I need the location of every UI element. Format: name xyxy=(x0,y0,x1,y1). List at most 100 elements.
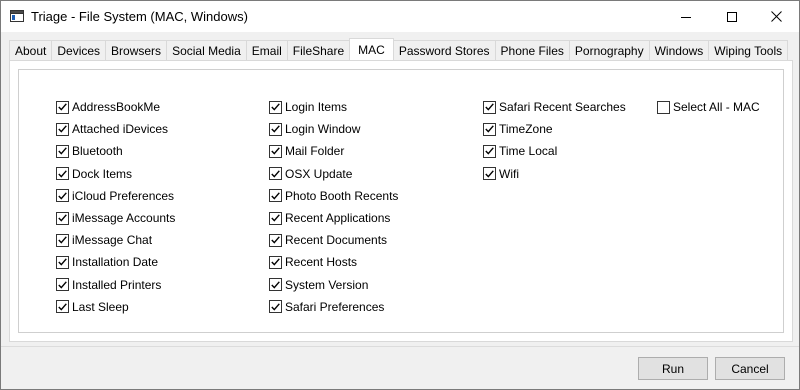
checkbox-safari-recent-searches[interactable]: Safari Recent Searches xyxy=(483,96,626,118)
checkbox-checked-icon[interactable] xyxy=(269,144,282,158)
checkbox-label: Select All - MAC xyxy=(673,100,760,115)
checkbox-recent-applications[interactable]: Recent Applications xyxy=(269,207,398,229)
app-window-icon xyxy=(10,10,24,22)
checkbox-checked-icon[interactable] xyxy=(56,122,69,136)
checkbox-wifi[interactable]: Wifi xyxy=(483,163,626,185)
triage-window: Triage - File System (MAC, Windows) Abou… xyxy=(0,0,800,390)
checkbox-login-window[interactable]: Login Window xyxy=(269,118,398,140)
checkbox-checked-icon[interactable] xyxy=(483,100,496,114)
checkbox-label: Login Items xyxy=(285,100,348,115)
checkbox-checked-icon[interactable] xyxy=(483,144,496,158)
window-title: Triage - File System (MAC, Windows) xyxy=(31,9,248,24)
checkbox-checked-icon[interactable] xyxy=(56,233,69,247)
checkbox-checked-icon[interactable] xyxy=(269,278,282,292)
checkbox-select-all-mac[interactable]: Select All - MAC xyxy=(657,96,760,118)
tab-password-stores[interactable]: Password Stores xyxy=(392,40,496,60)
checkbox-checked-icon[interactable] xyxy=(56,144,69,158)
tab-mac[interactable]: MAC xyxy=(349,38,394,61)
checkbox-checked-icon[interactable] xyxy=(56,255,69,269)
checkbox-checked-icon[interactable] xyxy=(56,100,69,114)
checkbox-imessage-accounts[interactable]: iMessage Accounts xyxy=(56,207,175,229)
checkbox-label: Bluetooth xyxy=(72,144,123,159)
tab-windows[interactable]: Windows xyxy=(648,40,710,60)
checkbox-checked-icon[interactable] xyxy=(269,167,282,181)
tab-pornography[interactable]: Pornography xyxy=(568,40,650,60)
checkbox-checked-icon[interactable] xyxy=(269,189,282,203)
checkbox-label: Installation Date xyxy=(72,255,159,270)
run-button[interactable]: Run xyxy=(638,357,708,380)
checkbox-label: Login Window xyxy=(285,122,361,137)
checkbox-last-sleep[interactable]: Last Sleep xyxy=(56,296,175,318)
footer-divider xyxy=(1,346,799,347)
checkbox-login-items[interactable]: Login Items xyxy=(269,96,398,118)
minimize-button[interactable] xyxy=(663,1,709,32)
checkbox-system-version[interactable]: System Version xyxy=(269,274,398,296)
checkbox-checked-icon[interactable] xyxy=(269,211,282,225)
checkbox-label: Photo Booth Recents xyxy=(285,188,399,203)
checkbox-recent-documents[interactable]: Recent Documents xyxy=(269,229,398,251)
checkbox-checked-icon[interactable] xyxy=(56,300,69,314)
close-button[interactable] xyxy=(753,1,799,32)
tab-devices[interactable]: Devices xyxy=(51,40,107,60)
checkbox-label: iMessage Chat xyxy=(72,233,153,248)
title-bar[interactable]: Triage - File System (MAC, Windows) xyxy=(1,1,799,32)
tab-phone-files[interactable]: Phone Files xyxy=(494,40,570,60)
checkbox-photo-booth-recents[interactable]: Photo Booth Recents xyxy=(269,185,398,207)
checkbox-checked-icon[interactable] xyxy=(269,233,282,247)
checkbox-label: Recent Applications xyxy=(285,211,391,226)
checkbox-label: System Version xyxy=(285,277,369,292)
checkbox-attached-idevices[interactable]: Attached iDevices xyxy=(56,118,175,140)
checkbox-checked-icon[interactable] xyxy=(483,167,496,181)
checkbox-mail-folder[interactable]: Mail Folder xyxy=(269,140,398,162)
checkbox-installed-printers[interactable]: Installed Printers xyxy=(56,274,175,296)
checkbox-label: Last Sleep xyxy=(72,299,129,314)
checkbox-label: Recent Hosts xyxy=(285,255,358,270)
checkbox-unchecked-icon[interactable] xyxy=(657,100,670,114)
cancel-button[interactable]: Cancel xyxy=(715,357,785,380)
tab-fileshare[interactable]: FileShare xyxy=(286,40,351,60)
tab-about[interactable]: About xyxy=(9,40,53,60)
checkbox-checked-icon[interactable] xyxy=(56,167,69,181)
tab-social-media[interactable]: Social Media xyxy=(166,40,247,60)
maximize-button[interactable] xyxy=(709,1,755,32)
checkbox-recent-hosts[interactable]: Recent Hosts xyxy=(269,251,398,273)
checkbox-checked-icon[interactable] xyxy=(56,211,69,225)
checkbox-icloud-preferences[interactable]: iCloud Preferences xyxy=(56,185,175,207)
tab-strip: About Devices Browsers Social Media Emai… xyxy=(9,38,789,61)
checkbox-imessage-chat[interactable]: iMessage Chat xyxy=(56,229,175,251)
checkbox-label: AddressBookMe xyxy=(72,100,161,115)
checkbox-addressbookme[interactable]: AddressBookMe xyxy=(56,96,175,118)
close-icon xyxy=(770,11,782,22)
checkbox-timezone[interactable]: TimeZone xyxy=(483,118,626,140)
tab-wiping-tools[interactable]: Wiping Tools xyxy=(708,40,789,60)
mac-tab-panel: AddressBookMe Attached iDevices Bluetooth D… xyxy=(9,60,793,342)
maximize-icon xyxy=(727,11,737,22)
checkbox-safari-preferences[interactable]: Safari Preferences xyxy=(269,296,398,318)
checkbox-label: Installed Printers xyxy=(72,277,162,292)
checkbox-column-3: Safari Recent Searches TimeZone Time Local… xyxy=(483,96,626,185)
checkbox-checked-icon[interactable] xyxy=(56,189,69,203)
checkbox-label: Wifi xyxy=(499,166,519,181)
checkbox-checked-icon[interactable] xyxy=(269,122,282,136)
checkbox-checked-icon[interactable] xyxy=(56,278,69,292)
checkbox-column-1: AddressBookMe Attached iDevices Bluetooth D… xyxy=(56,96,175,318)
checkbox-checked-icon[interactable] xyxy=(269,255,282,269)
checkbox-bluetooth[interactable]: Bluetooth xyxy=(56,140,175,162)
checkbox-dock-items[interactable]: Dock Items xyxy=(56,163,175,185)
checkbox-time-local[interactable]: Time Local xyxy=(483,140,626,162)
checkbox-label: Time Local xyxy=(499,144,558,159)
checkbox-label: iCloud Preferences xyxy=(72,188,175,203)
minimize-icon xyxy=(681,16,691,18)
checkbox-column-4: Select All - MAC xyxy=(657,96,760,118)
checkbox-checked-icon[interactable] xyxy=(483,122,496,136)
tab-email[interactable]: Email xyxy=(245,40,288,60)
checkbox-label: iMessage Accounts xyxy=(72,211,176,226)
checkbox-group: AddressBookMe Attached iDevices Bluetooth D… xyxy=(18,69,784,333)
checkbox-osx-update[interactable]: OSX Update xyxy=(269,163,398,185)
checkbox-checked-icon[interactable] xyxy=(269,100,282,114)
checkbox-installation-date[interactable]: Installation Date xyxy=(56,251,175,273)
checkbox-label: Attached iDevices xyxy=(72,122,169,137)
checkbox-checked-icon[interactable] xyxy=(269,300,282,314)
checkbox-label: Dock Items xyxy=(72,166,133,181)
tab-browsers[interactable]: Browsers xyxy=(105,40,168,60)
